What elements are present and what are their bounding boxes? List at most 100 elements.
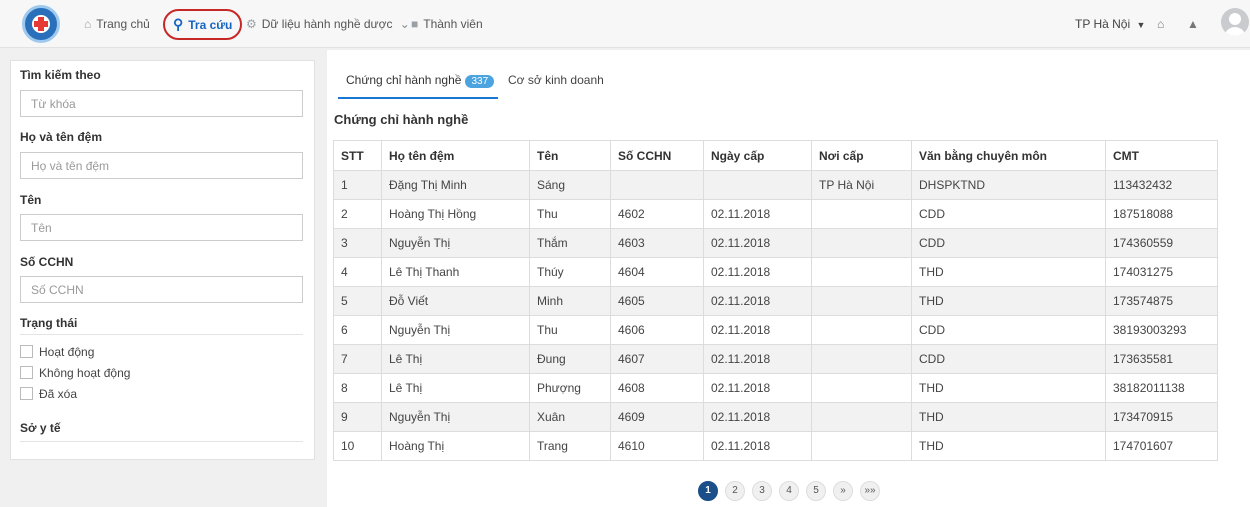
nav-home[interactable]: ⌂ Trang chủ <box>84 0 150 48</box>
table-cell: 4602 <box>610 199 704 229</box>
search-by-label: Tìm kiếm theo <box>20 68 101 82</box>
nav-members-label: Thành viên <box>423 17 483 31</box>
nav-practice-data-label: Dữ liệu hành nghề dược <box>261 17 393 31</box>
table-cell: 174701607 <box>1105 431 1218 461</box>
table-cell <box>703 170 812 200</box>
cchn-input[interactable] <box>20 276 303 303</box>
table-cell: 38193003293 <box>1105 315 1218 345</box>
column-header[interactable]: STT <box>333 140 382 171</box>
table-cell: Trang <box>529 431 611 461</box>
table-cell: 02.11.2018 <box>703 286 812 316</box>
checkbox[interactable] <box>20 345 33 358</box>
user-icon: ■ <box>411 17 419 31</box>
tab-businesses[interactable]: Cơ sở kinh doanh <box>508 73 604 87</box>
filter-panel: Tìm kiếm theo Họ và tên đệm Tên Số CCHN … <box>10 60 315 460</box>
last-page-button[interactable]: »» <box>860 481 880 501</box>
gear-icon: ⚙ <box>246 17 257 31</box>
table-cell: 4610 <box>610 431 704 461</box>
table-cell: Lê Thị <box>381 344 530 374</box>
table-cell: Lê Thị <box>381 373 530 403</box>
name-input[interactable] <box>20 214 303 241</box>
region-dropdown[interactable]: TP Hà Nội ▼ <box>1075 0 1145 48</box>
table-cell: 113432432 <box>1105 170 1218 200</box>
table-cell: 7 <box>333 344 382 374</box>
column-header[interactable]: Văn bằng chuyên môn <box>911 140 1106 171</box>
divider <box>20 334 303 335</box>
avatar[interactable] <box>1221 8 1249 36</box>
table-row[interactable]: 6 Nguyễn Thị Thu 4606 02.11.2018 CDD 381930032… <box>333 315 1218 345</box>
table-cell: CDD <box>911 344 1106 374</box>
column-header[interactable]: Ngày cấp <box>703 140 812 171</box>
table-cell: 02.11.2018 <box>703 315 812 345</box>
table-cell: 2 <box>333 199 382 229</box>
table-cell: 174031275 <box>1105 257 1218 287</box>
table-row[interactable]: 4 Lê Thị Thanh Thúy 4604 02.11.2018 THD 174031… <box>333 257 1218 287</box>
tab-certificates-label: Chứng chỉ hành nghề <box>346 73 462 87</box>
status-checkbox-inactive[interactable]: Không hoạt động <box>20 366 130 384</box>
table-cell: Đung <box>529 344 611 374</box>
table-row[interactable]: 7 Lê Thị Đung 4607 02.11.2018 CDD 173635581 <box>333 344 1218 374</box>
column-header[interactable]: Họ tên đệm <box>381 140 530 171</box>
table-cell: 4607 <box>610 344 704 374</box>
table-cell: 02.11.2018 <box>703 228 812 258</box>
table-cell: Nguyễn Thị <box>381 402 530 432</box>
status-option-label: Không hoạt động <box>39 366 131 380</box>
table-cell <box>811 286 912 316</box>
bell-icon[interactable]: ▲ <box>1187 0 1199 48</box>
table-row[interactable]: 2 Hoàng Thị Hồng Thu 4602 02.11.2018 CDD 18751… <box>333 199 1218 229</box>
table-cell: 5 <box>333 286 382 316</box>
checkbox[interactable] <box>20 366 33 379</box>
column-header[interactable]: Tên <box>529 140 611 171</box>
table-row[interactable]: 9 Nguyễn Thị Xuân 4609 02.11.2018 THD 17347091… <box>333 402 1218 432</box>
nav-practice-data[interactable]: ⚙ Dữ liệu hành nghề dược ⌄ <box>246 0 410 48</box>
table-cell: CDD <box>911 228 1106 258</box>
nav-members[interactable]: ■ Thành viên <box>411 0 483 48</box>
active-tab-indicator <box>338 97 498 99</box>
table-cell: 02.11.2018 <box>703 344 812 374</box>
name-label: Tên <box>20 193 42 207</box>
home-shortcut-icon[interactable]: ⌂ <box>1157 0 1164 48</box>
next-page-button[interactable]: » <box>833 481 853 501</box>
column-header[interactable]: Số CCHN <box>610 140 704 171</box>
table-row[interactable]: 1 Đặng Thị Minh Sáng TP Hà Nội DHSPKTND 11343… <box>333 170 1218 200</box>
page-button[interactable]: 3 <box>752 481 772 501</box>
table-cell <box>610 170 704 200</box>
table-cell: 173470915 <box>1105 402 1218 432</box>
page-button[interactable]: 2 <box>725 481 745 501</box>
caret-down-icon: ▼ <box>1136 20 1146 30</box>
table-row[interactable]: 10 Hoàng Thị Trang 4610 02.11.2018 THD 1747016… <box>333 431 1218 461</box>
table-cell: 9 <box>333 402 382 432</box>
nav-search[interactable]: ⚲ Tra cứu <box>163 9 242 40</box>
table-row[interactable]: 5 Đỗ Viết Minh 4605 02.11.2018 THD 173574875 <box>333 286 1218 316</box>
status-checkbox-active[interactable]: Hoạt động <box>20 345 94 363</box>
count-badge: 337 <box>465 75 495 88</box>
middle-name-label: Họ và tên đệm <box>20 130 103 144</box>
table-cell: 4603 <box>610 228 704 258</box>
search-icon: ⚲ <box>173 16 184 32</box>
table-cell: Nguyễn Thị <box>381 315 530 345</box>
status-checkbox-deleted[interactable]: Đã xóa <box>20 387 77 405</box>
app-logo[interactable] <box>22 5 60 43</box>
main-content: Chứng chỉ hành nghề 337 Cơ sở kinh doanh … <box>327 50 1250 507</box>
table-cell: Xuân <box>529 402 611 432</box>
table-cell <box>811 402 912 432</box>
table-cell: Lê Thị Thanh <box>381 257 530 287</box>
column-header[interactable]: CMT <box>1105 140 1218 171</box>
nav-home-label: Trang chủ <box>96 17 150 31</box>
middle-name-input[interactable] <box>20 152 303 179</box>
keyword-input[interactable] <box>20 90 303 117</box>
checkbox[interactable] <box>20 387 33 400</box>
column-header[interactable]: Nơi cấp <box>811 140 912 171</box>
table-cell: TP Hà Nội <box>811 170 912 200</box>
table-cell: 4608 <box>610 373 704 403</box>
table-cell: 02.11.2018 <box>703 431 812 461</box>
page-button[interactable]: 4 <box>779 481 799 501</box>
table-row[interactable]: 3 Nguyễn Thị Thắm 4603 02.11.2018 CDD 17436055… <box>333 228 1218 258</box>
tab-certificates[interactable]: Chứng chỉ hành nghề 337 <box>338 73 498 99</box>
table-cell: 4609 <box>610 402 704 432</box>
table-cell: 4 <box>333 257 382 287</box>
page-button[interactable]: 5 <box>806 481 826 501</box>
table-cell: CDD <box>911 199 1106 229</box>
table-row[interactable]: 8 Lê Thị Phượng 4608 02.11.2018 THD 3818201113… <box>333 373 1218 403</box>
page-button[interactable]: 1 <box>698 481 718 501</box>
